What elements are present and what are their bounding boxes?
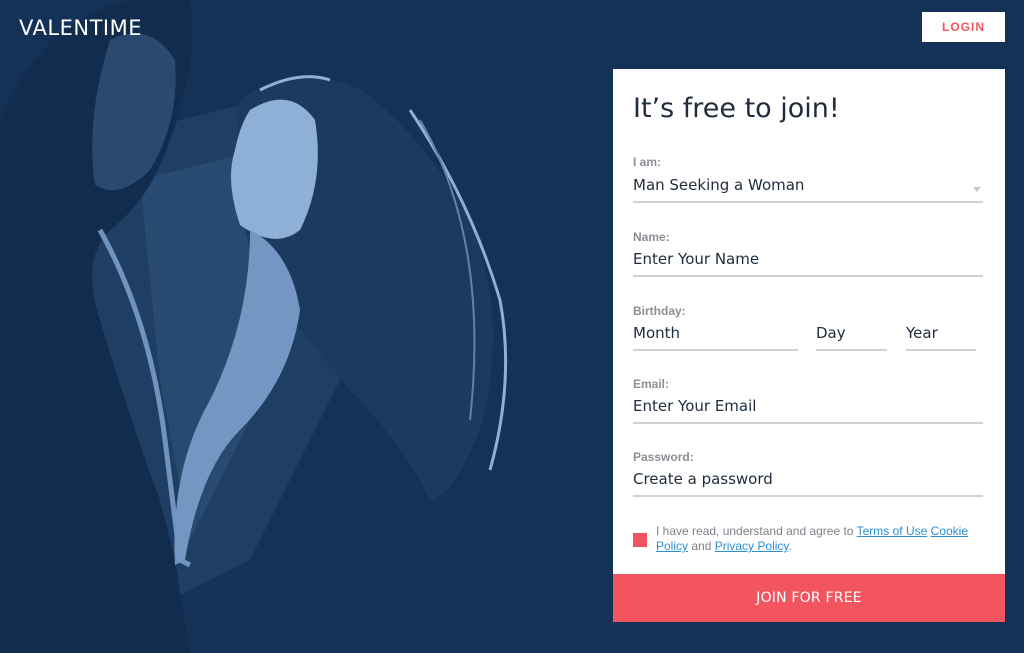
brand-logo[interactable]: VALENTIME <box>19 16 142 40</box>
email-field: Email: <box>633 377 983 424</box>
terms-suffix: . <box>788 539 792 553</box>
terms-checkbox[interactable] <box>633 533 647 547</box>
iam-label: I am: <box>633 155 662 169</box>
birth-month-select[interactable] <box>633 318 798 351</box>
email-input[interactable] <box>633 391 983 424</box>
birth-day-select[interactable] <box>816 318 887 351</box>
name-input[interactable] <box>633 244 983 277</box>
terms-prefix: I have read, understand and agree to <box>656 524 857 538</box>
iam-field: I am: Man Seeking a Woman <box>633 155 983 203</box>
login-button[interactable]: LOGIN <box>922 12 1005 42</box>
name-field: Name: <box>633 230 983 277</box>
iam-select[interactable]: Man Seeking a Woman <box>633 169 983 203</box>
signup-card: It’s free to join! I am: Man Seeking a W… <box>613 69 1005 622</box>
name-label: Name: <box>633 230 670 244</box>
terms-of-use-link[interactable]: Terms of Use <box>857 524 928 538</box>
privacy-policy-link[interactable]: Privacy Policy <box>715 539 789 553</box>
password-field: Password: <box>633 450 983 497</box>
birthday-label: Birthday: <box>633 304 686 318</box>
join-for-free-button[interactable]: JOIN FOR FREE <box>613 574 1005 622</box>
signup-title: It’s free to join! <box>633 93 840 124</box>
birth-year-select[interactable] <box>906 318 976 351</box>
password-label: Password: <box>633 450 694 464</box>
terms-agreement: I have read, understand and agree to Ter… <box>633 524 978 554</box>
password-input[interactable] <box>633 464 983 497</box>
terms-and: and <box>688 539 715 553</box>
iam-select-value[interactable]: Man Seeking a Woman <box>633 169 983 203</box>
terms-text: I have read, understand and agree to Ter… <box>656 524 978 554</box>
email-label: Email: <box>633 377 670 391</box>
chevron-down-icon <box>973 187 981 192</box>
birthday-field: Birthday: <box>633 304 983 362</box>
